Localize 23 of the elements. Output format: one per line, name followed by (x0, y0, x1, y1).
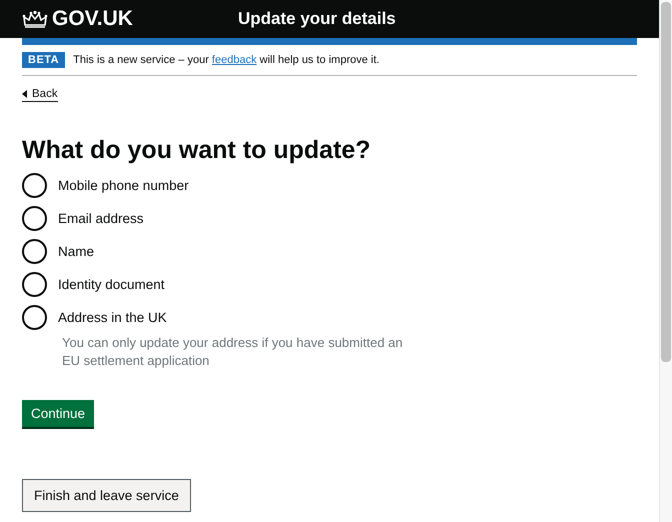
option-label[interactable]: Email address (58, 211, 144, 226)
finish-button[interactable]: Finish and leave service (22, 479, 191, 512)
question-heading: What do you want to update? (22, 136, 372, 165)
option-label[interactable]: Mobile phone number (58, 178, 189, 193)
option-label[interactable]: Identity document (58, 277, 165, 292)
scrollbar[interactable] (659, 0, 672, 522)
radio-button[interactable] (22, 206, 47, 231)
back-link[interactable]: Back (22, 87, 58, 102)
radio-button[interactable] (22, 173, 47, 198)
phase-banner-text: This is a new service – your feedback will help us to improve it. (73, 54, 380, 66)
radio-button[interactable] (22, 305, 47, 330)
radio-button[interactable] (22, 272, 47, 297)
option-label[interactable]: Name (58, 244, 94, 259)
continue-button[interactable]: Continue (22, 400, 94, 427)
feedback-link[interactable]: feedback (212, 54, 257, 66)
beta-tag: BETA (22, 52, 66, 68)
crown-icon (22, 10, 48, 28)
logo-text[interactable]: GOV.UK (52, 7, 133, 31)
option-hint: You can only update your address if you have submitted an EU settlement application (62, 334, 404, 370)
service-name[interactable]: Update your details (238, 9, 396, 29)
option-label[interactable]: Address in the UK (58, 310, 167, 325)
caret-icon (22, 90, 27, 98)
radio-button[interactable] (22, 239, 47, 264)
